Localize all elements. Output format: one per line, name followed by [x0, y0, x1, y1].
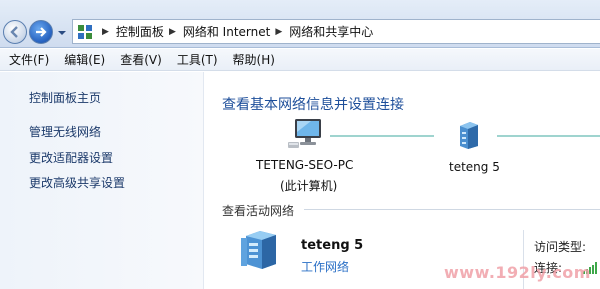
recent-pages-dropdown-icon[interactable]: [57, 29, 67, 37]
network-type-link[interactable]: 工作网络: [301, 258, 349, 275]
forward-arrow-icon: [36, 27, 47, 37]
menu-help[interactable]: 帮助(H): [233, 51, 275, 68]
breadcrumb-control-panel[interactable]: 控制面板: [116, 23, 164, 40]
menu-bar: 文件(F) 编辑(E) 查看(V) 工具(T) 帮助(H): [0, 49, 600, 71]
menu-edit[interactable]: 编辑(E): [64, 51, 105, 68]
network-router-icon[interactable]: [458, 120, 480, 150]
sidebar-change-adapter[interactable]: 更改适配器设置: [29, 149, 113, 166]
computer-name: TETENG-SEO-PC: [256, 158, 354, 172]
section-divider: [304, 209, 600, 210]
sidebar-advanced-sharing[interactable]: 更改高级共享设置: [29, 174, 125, 191]
network-map-line: [497, 135, 600, 137]
breadcrumb-separator-icon: ▶: [102, 26, 109, 37]
menu-view[interactable]: 查看(V): [120, 51, 162, 68]
computer-subtitle: (此计算机): [280, 179, 338, 193]
page-title: 查看基本网络信息并设置连接: [222, 97, 404, 113]
sidebar-manage-wireless[interactable]: 管理无线网络: [29, 123, 101, 140]
access-type-label: 访问类型:: [534, 240, 587, 254]
active-network-icon[interactable]: [240, 230, 284, 270]
breadcrumb-separator-icon: ▶: [168, 26, 176, 37]
breadcrumb[interactable]: ▶ 控制面板 ▶ 网络和 Internet ▶ 网络和共享中心: [72, 19, 600, 44]
active-network-name: teteng 5: [301, 238, 364, 253]
network-map-line: [330, 135, 434, 137]
sidebar-control-panel-home[interactable]: 控制面板主页: [29, 89, 101, 106]
control-panel-icon: [78, 24, 92, 39]
back-button[interactable]: [3, 20, 27, 44]
menu-tools[interactable]: 工具(T): [177, 51, 218, 68]
main-content: 查看基本网络信息并设置连接 TETENG-SEO-PC (此计算机) teten…: [205, 72, 600, 289]
forward-button[interactable]: [29, 20, 53, 44]
breadcrumb-separator-icon: ▶: [275, 26, 283, 37]
router-name: teteng 5: [449, 160, 500, 174]
computer-icon[interactable]: [287, 116, 325, 150]
active-networks-heading: 查看活动网络: [222, 204, 295, 218]
sidebar: 控制面板主页 管理无线网络 更改适配器设置 更改高级共享设置: [0, 72, 204, 289]
watermark: www.192ly.com: [444, 263, 591, 282]
breadcrumb-sharing-center[interactable]: 网络和共享中心: [289, 23, 373, 40]
back-arrow-icon: [10, 26, 18, 38]
menu-file[interactable]: 文件(F): [9, 51, 49, 68]
breadcrumb-network-internet[interactable]: 网络和 Internet: [183, 23, 270, 40]
address-bar-row: ▶ 控制面板 ▶ 网络和 Internet ▶ 网络和共享中心: [0, 0, 600, 48]
